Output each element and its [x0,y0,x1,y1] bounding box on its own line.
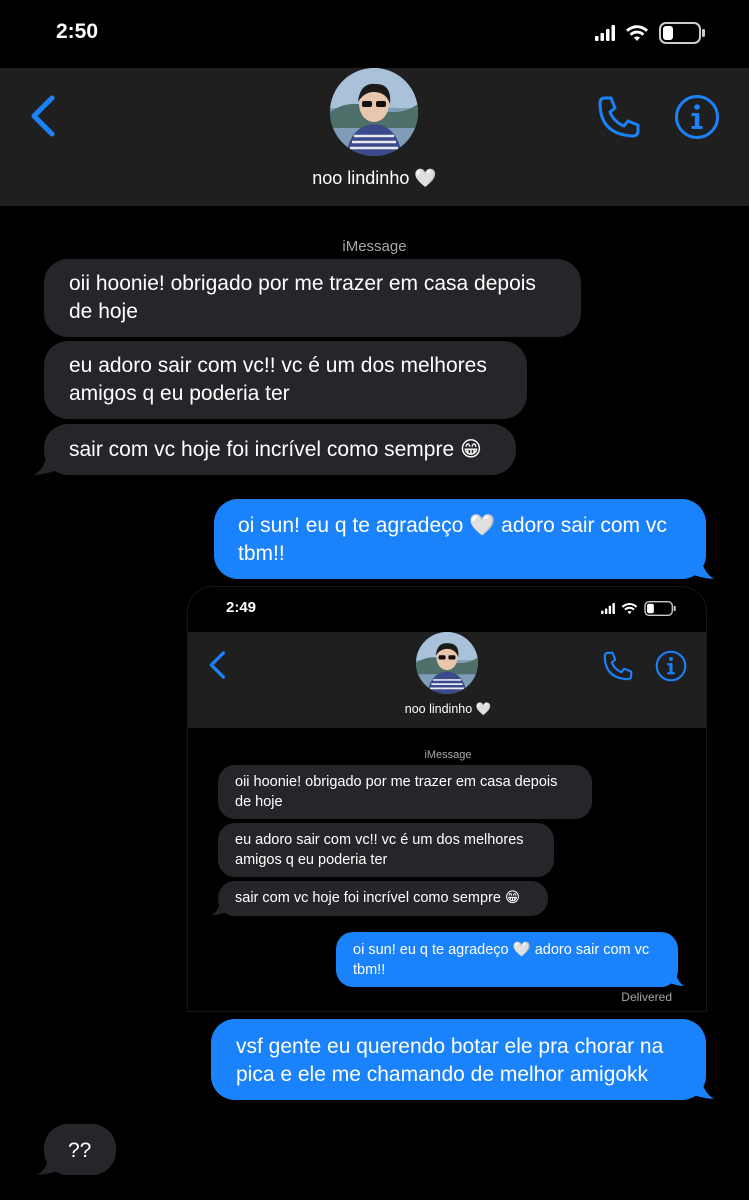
embedded-status-time: 2:49 [226,599,257,616]
signal-icon [601,603,615,614]
message-text-line: tbm!! [353,961,386,978]
message-text-line: pica e ele me chamando de melhor amigokk [236,1063,649,1086]
message-text-line: amigos q eu poderia ter [69,382,290,405]
embedded-message-bubble-incoming: sair com vc hoje foi incrível como sempr… [218,881,548,916]
info-icon [675,95,719,139]
message-text-line: oii hoonie! obrigado por me trazer em ca… [69,272,536,295]
phone-icon [603,651,633,681]
message-text-line: amigos q eu poderia ter [235,851,388,868]
message-text-line: oii hoonie! obrigado por me trazer em ca… [235,774,558,790]
status-bar: 2:50 [0,0,749,68]
message-text-line: eu adoro sair com vc!! vc é um dos melho… [69,354,487,377]
delivery-status: Delivered [621,990,672,1004]
service-label: iMessage [342,238,407,255]
phone-icon [598,96,640,138]
message-text-line: de hoje [69,300,138,323]
embedded-service-label: iMessage [424,749,472,761]
message-text-line: de hoje [235,793,283,810]
call-button[interactable] [596,94,642,140]
wifi-icon [626,25,648,41]
embedded-contact-name: noo lindinho 🤍 [404,702,492,716]
back-chevron-icon [209,651,225,679]
back-button[interactable] [26,94,62,138]
message-bubble-outgoing[interactable]: vsf gente eu querendo botar ele pra chor… [211,1019,706,1100]
message-bubble-incoming[interactable]: sair com vc hoje foi incrível como sempr… [44,424,516,475]
message-text-line: sair com vc hoje foi incrível como sempr… [69,438,482,461]
contact-avatar[interactable] [330,68,418,156]
info-button[interactable] [674,94,720,140]
embedded-info-button [655,650,687,682]
embedded-back-button [209,651,225,679]
embedded-header: noo lindinho 🤍 [188,632,706,728]
message-bubble-outgoing[interactable]: oi sun! eu q te agradeço 🤍 adoro sair co… [214,499,706,579]
contact-name[interactable]: noo lindinho 🤍 [0,168,749,189]
message-bubble-incoming[interactable]: eu adoro sair com vc!! vc é um dos melho… [44,341,527,419]
message-text-line: sair com vc hoje foi incrível como sempr… [235,890,521,906]
embedded-contact-avatar [416,632,478,694]
message-text-line: oi sun! eu q te agradeço 🤍 adoro sair co… [238,514,667,537]
embedded-message-bubble-outgoing: oi sun! eu q te agradeço 🤍 adoro sair co… [336,932,678,987]
signal-icon [595,25,615,41]
wifi-icon [621,603,638,615]
conversation-header: noo lindinho 🤍 [0,68,749,206]
back-chevron-icon [31,95,55,137]
message-bubble-incoming[interactable]: oii hoonie! obrigado por me trazer em ca… [44,259,581,337]
battery-icon [659,22,705,44]
message-text-line: tbm!! [238,542,285,565]
status-icons [595,22,705,44]
info-icon [655,650,687,682]
message-text-line: oi sun! eu q te agradeço 🤍 adoro sair co… [353,942,650,958]
embedded-call-button [603,651,633,681]
message-bubble-incoming[interactable]: ?? [44,1124,116,1175]
embedded-message-bubble-incoming: eu adoro sair com vc!! vc é um dos melho… [218,823,554,877]
battery-icon [644,601,676,616]
message-text-line: ?? [68,1139,92,1162]
embedded-screenshot[interactable]: 2:49 noo lindinho 🤍 iMessage oii hoonie!… [187,586,707,1012]
embedded-message-bubble-incoming: oii hoonie! obrigado por me trazer em ca… [218,765,592,819]
message-text-line: vsf gente eu querendo botar ele pra chor… [236,1035,664,1058]
embedded-status-icons [601,601,676,616]
message-text-line: eu adoro sair com vc!! vc é um dos melho… [235,832,524,848]
status-time: 2:50 [56,20,99,43]
